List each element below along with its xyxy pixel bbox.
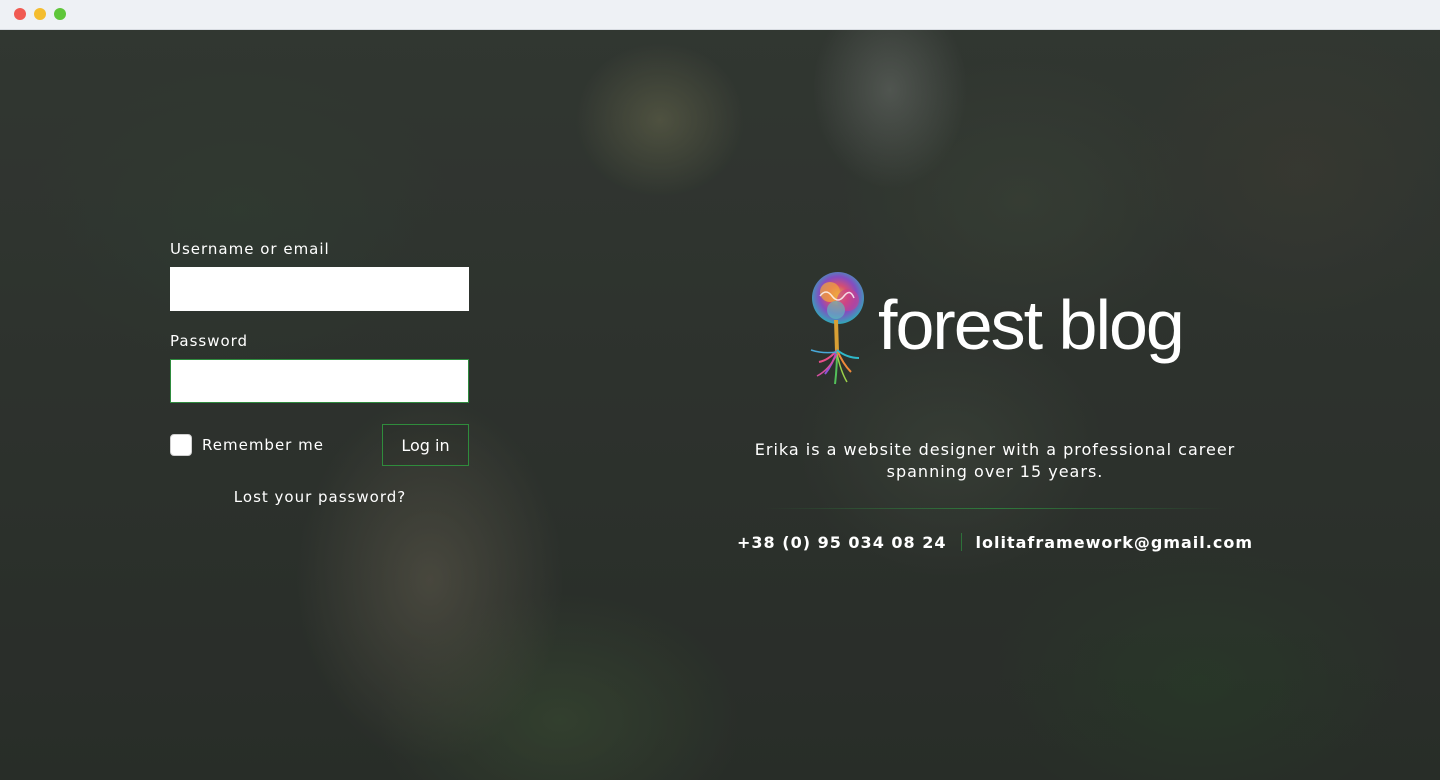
maximize-window-button[interactable] bbox=[54, 8, 66, 20]
window-titlebar bbox=[0, 0, 1440, 30]
contact-separator bbox=[960, 533, 962, 551]
username-label: Username or email bbox=[170, 240, 330, 258]
site-logo[interactable]: forest blog bbox=[700, 270, 1290, 395]
remember-me-checkbox[interactable] bbox=[170, 434, 192, 456]
login-button[interactable]: Log in bbox=[382, 424, 469, 466]
section-divider bbox=[765, 508, 1225, 509]
password-input[interactable] bbox=[170, 359, 469, 403]
email-link[interactable]: lolitaframework@gmail.com bbox=[976, 533, 1253, 552]
tree-icon bbox=[810, 272, 864, 385]
remember-login-row: Remember me Log in bbox=[170, 424, 470, 466]
lost-password-link[interactable]: Lost your password? bbox=[170, 488, 470, 506]
close-window-button[interactable] bbox=[14, 8, 26, 20]
phone-link[interactable]: +38 (0) 95 034 08 24 bbox=[737, 533, 946, 552]
contact-info: +38 (0) 95 034 08 24 lolitaframework@gmai… bbox=[700, 533, 1290, 552]
login-form: Username or email Password Remember me L… bbox=[170, 240, 470, 506]
username-input[interactable] bbox=[170, 267, 469, 311]
brand-panel: forest blog Erika is a website designer … bbox=[700, 270, 1290, 552]
author-bio: Erika is a website designer with a profe… bbox=[754, 440, 1236, 481]
minimize-window-button[interactable] bbox=[34, 8, 46, 20]
remember-me-label[interactable]: Remember me bbox=[202, 436, 324, 454]
logo-wordmark: forest blog bbox=[878, 286, 1185, 364]
browser-window: Username or email Password Remember me L… bbox=[0, 0, 1440, 780]
password-label: Password bbox=[170, 332, 249, 350]
